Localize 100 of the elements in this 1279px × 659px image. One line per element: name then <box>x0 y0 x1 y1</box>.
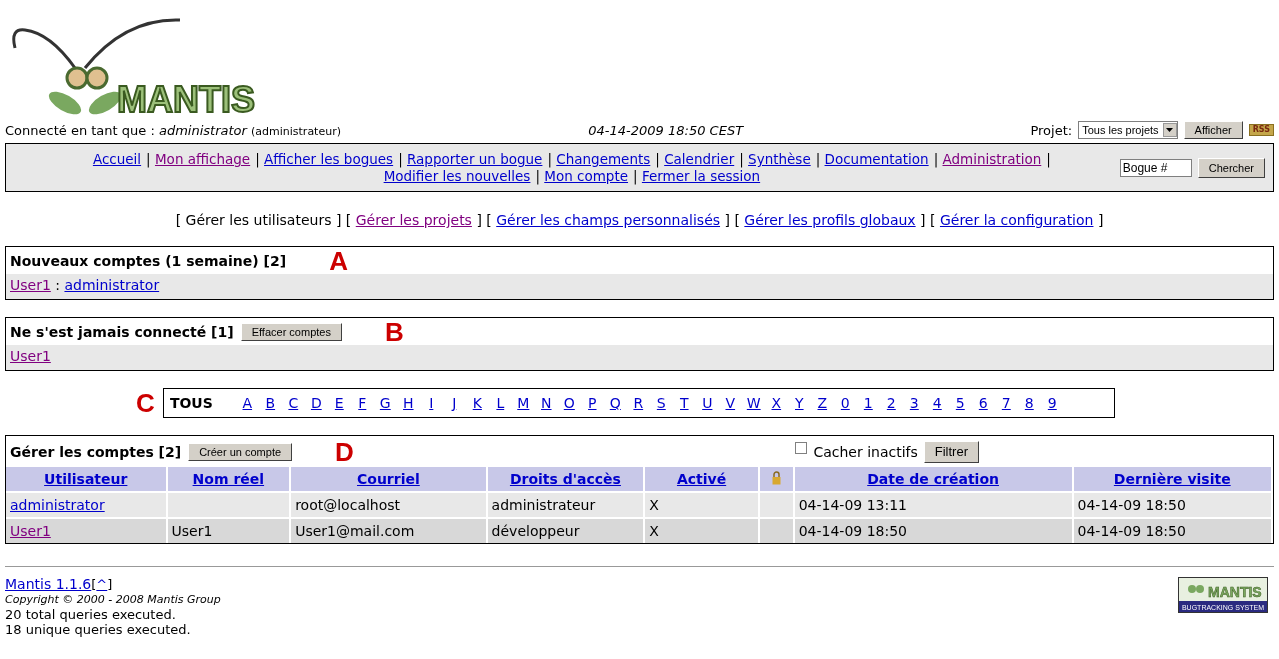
search-button[interactable]: Chercher <box>1197 158 1265 178</box>
letter-filter-link[interactable]: 7 <box>999 395 1013 411</box>
menu-link[interactable]: Synthèse <box>748 151 811 167</box>
menu-link[interactable]: Administration <box>942 151 1042 167</box>
user-link[interactable]: User1 <box>10 277 51 293</box>
letter-filter-link[interactable]: P <box>585 395 599 411</box>
top-link[interactable]: ^ <box>96 577 108 592</box>
letter-filter-link[interactable]: F <box>355 395 369 411</box>
letter-filter-link[interactable]: X <box>769 395 783 411</box>
letter-filter-link[interactable]: S <box>654 395 668 411</box>
version-link[interactable]: Mantis 1.1.6 <box>5 576 92 592</box>
bracket: [ <box>734 212 740 228</box>
show-button[interactable]: Afficher <box>1183 121 1243 139</box>
menu-link[interactable]: Modifier les nouvelles <box>383 168 531 184</box>
filter-button[interactable]: Filtrer <box>923 440 979 463</box>
letter-filter-link[interactable]: D <box>309 395 323 411</box>
table-cell: X <box>649 497 659 513</box>
letter-filter-link[interactable]: A <box>240 395 254 411</box>
letter-filter-link[interactable]: C <box>286 395 300 411</box>
bracket: ] <box>724 212 730 228</box>
letter-filter-link[interactable]: O <box>562 395 576 411</box>
separator: : <box>55 277 60 293</box>
letter-filter-link[interactable]: 4 <box>930 395 944 411</box>
letter-filter-link[interactable]: K <box>470 395 484 411</box>
user-link[interactable]: administrator <box>64 277 160 293</box>
menu-separator: | <box>655 151 660 167</box>
username: administrator <box>158 122 247 138</box>
letter-filter-link[interactable]: 3 <box>907 395 921 411</box>
letter-filter-link[interactable]: W <box>746 395 760 411</box>
admin-menu-link[interactable]: Gérer la configuration <box>939 212 1094 228</box>
table-cell: 04-14-09 18:50 <box>1077 523 1186 539</box>
padlock-icon <box>771 470 781 485</box>
letter-filter-link[interactable]: E <box>332 395 346 411</box>
bracket: ] <box>920 212 926 228</box>
menu-link[interactable]: Fermer la session <box>641 168 761 184</box>
table-cell: 04-14-09 13:11 <box>798 497 907 513</box>
bracket: [ <box>486 212 492 228</box>
menu-separator: | <box>547 151 552 167</box>
table-cell: User1 <box>171 523 213 539</box>
user-link[interactable]: User1 <box>10 348 51 364</box>
letter-filter-link[interactable]: I <box>424 395 438 411</box>
annotation-letter: D <box>335 441 354 462</box>
create-account-button[interactable]: Créer un compte <box>188 442 293 461</box>
letter-filter-link[interactable]: Z <box>815 395 829 411</box>
letter-filter-link[interactable]: T <box>677 395 691 411</box>
letter-filter-link[interactable]: 9 <box>1045 395 1059 411</box>
user-link[interactable]: User1 <box>10 523 51 539</box>
menu-link[interactable]: Afficher les bogues <box>264 151 394 167</box>
letter-filter-link[interactable]: L <box>493 395 507 411</box>
admin-menu-link[interactable]: Gérer les champs personnalisés <box>496 212 721 228</box>
letter-filter-link[interactable]: U <box>700 395 714 411</box>
admin-menu-link[interactable]: Gérer les projets <box>355 212 472 228</box>
menu-separator: | <box>255 151 260 167</box>
admin-menu-link[interactable]: Gérer les profils globaux <box>744 212 916 228</box>
letter-filter-link[interactable]: 0 <box>838 395 852 411</box>
letter-filter-link[interactable]: 1 <box>861 395 875 411</box>
delete-accounts-button[interactable]: Effacer comptes <box>240 322 342 341</box>
menu-link[interactable]: Documentation <box>824 151 929 167</box>
menu-link[interactable]: Calendrier <box>664 151 735 167</box>
letter-filter-link[interactable]: H <box>401 395 415 411</box>
caret-icon <box>1162 123 1177 137</box>
bug-number-field[interactable]: Bogue # <box>1119 159 1192 177</box>
menu-separator: | <box>633 168 638 184</box>
rss-button[interactable]: RSS <box>1248 124 1274 136</box>
table-cell: X <box>649 523 659 539</box>
section-title: Ne s'est jamais connecté [1] <box>10 323 234 340</box>
menu-separator: | <box>1046 151 1051 167</box>
project-select[interactable]: Tous les projets <box>1078 121 1178 139</box>
menu-link[interactable]: Rapporter un bogue <box>407 151 543 167</box>
letter-filter-link[interactable]: 8 <box>1022 395 1036 411</box>
menu-separator: | <box>933 151 939 167</box>
project-label: Projet: <box>1030 122 1073 138</box>
letter-filter-link[interactable]: TOUS <box>169 395 213 411</box>
letter-filter-link[interactable]: J <box>447 395 461 411</box>
annotation-letter: C <box>136 393 155 413</box>
table-cell: User1@mail.com <box>295 523 415 539</box>
menu-link[interactable]: Mon affichage <box>154 151 251 167</box>
menu-link[interactable]: Mon compte <box>544 168 629 184</box>
letter-filter-link[interactable]: 5 <box>953 395 967 411</box>
bracket: [ <box>930 212 936 228</box>
login-label: Connecté en tant que : <box>5 122 155 138</box>
letter-filter-link[interactable]: 2 <box>884 395 898 411</box>
menu-separator: | <box>146 151 151 167</box>
letter-filter-link[interactable]: 6 <box>976 395 990 411</box>
menu-link[interactable]: Changements <box>556 151 651 167</box>
letter-filter-link[interactable]: R <box>631 395 645 411</box>
menu-link[interactable]: Accueil <box>92 151 142 167</box>
copyright-text: Copyright © 2000 - 2008 Mantis Group <box>5 592 221 607</box>
letter-filter-link[interactable]: G <box>378 395 392 411</box>
annotation-letter: A <box>329 250 348 271</box>
letter-filter-link[interactable]: M <box>516 395 530 411</box>
letter-filter-link[interactable]: Y <box>792 395 806 411</box>
letter-filter-link[interactable]: V <box>723 395 737 411</box>
letter-filter-link[interactable]: B <box>263 395 277 411</box>
menu-separator: | <box>739 151 744 167</box>
query-stats: 18 unique queries executed. <box>5 622 192 637</box>
letter-filter-link[interactable]: Q <box>608 395 622 411</box>
bracket: ] <box>1097 212 1104 228</box>
bracket: ] <box>476 212 482 228</box>
letter-filter-link[interactable]: N <box>539 395 553 411</box>
